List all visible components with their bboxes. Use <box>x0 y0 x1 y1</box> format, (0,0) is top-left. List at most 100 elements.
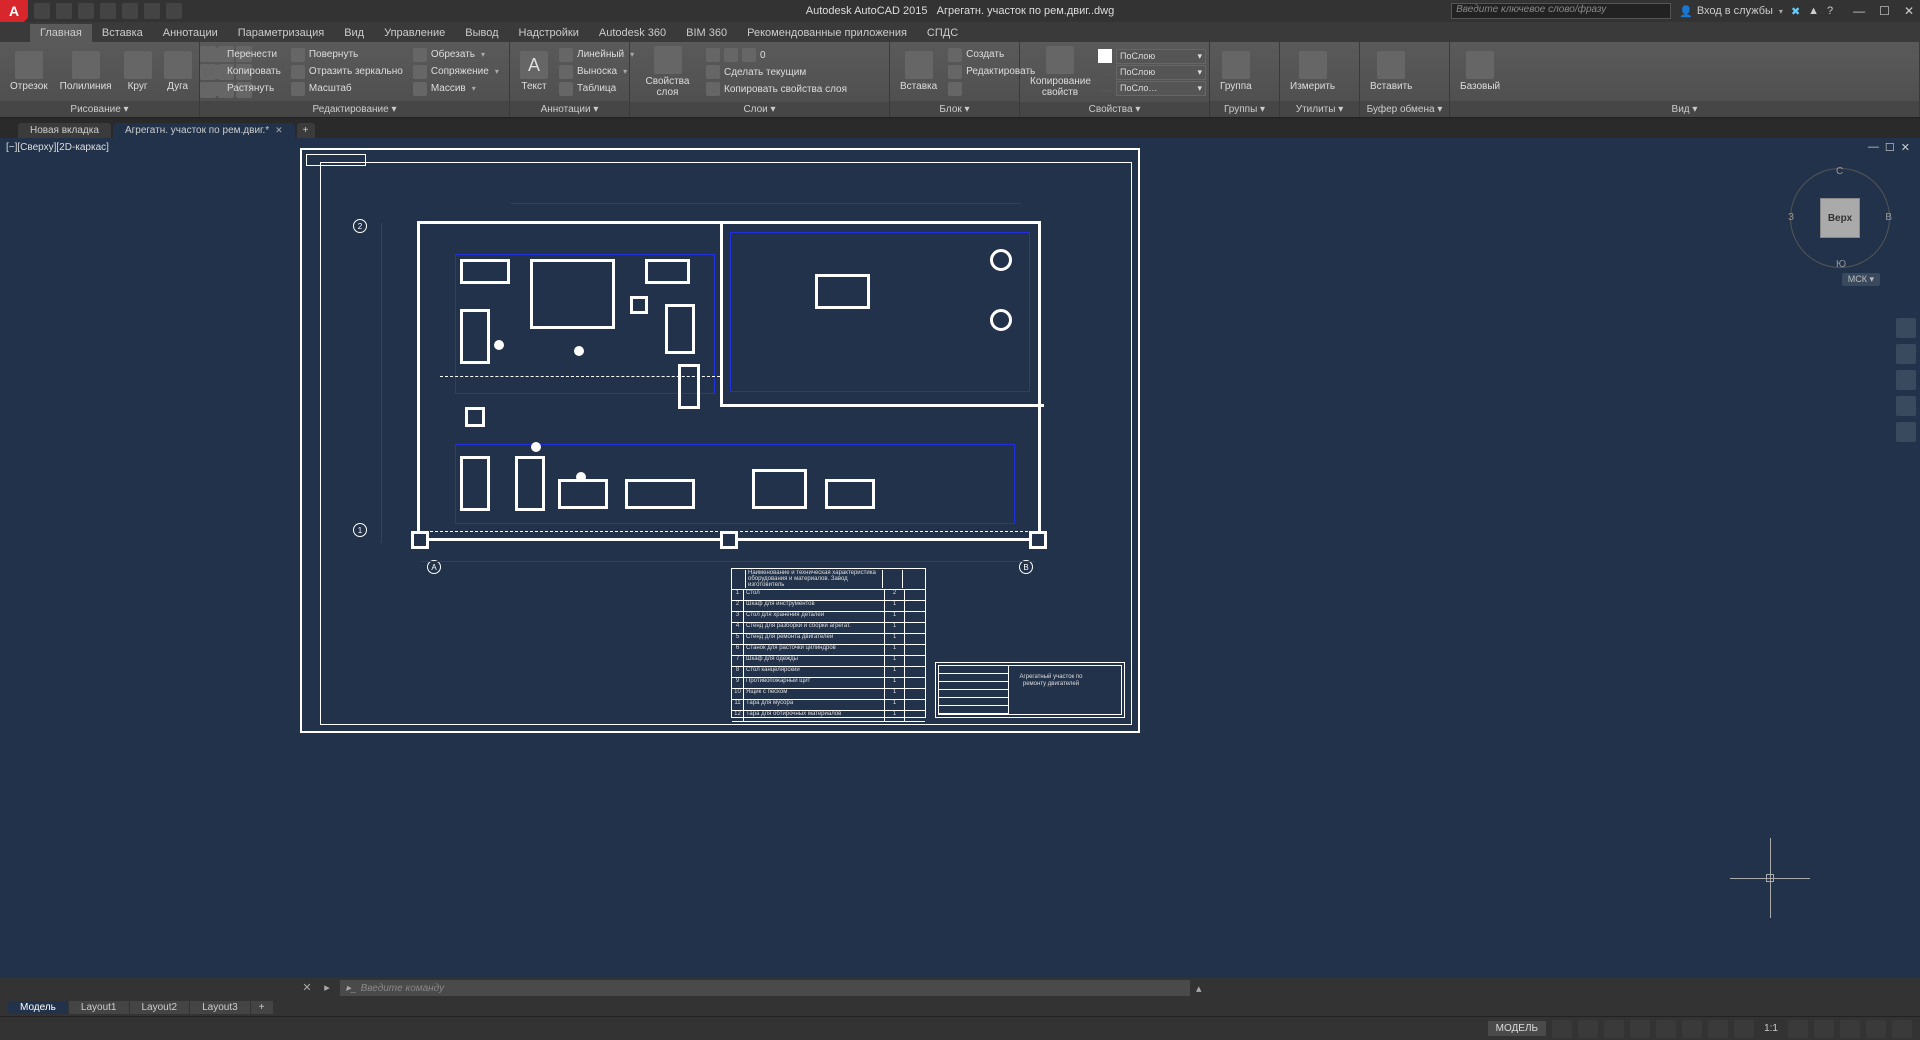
color-select[interactable]: ПоСлою▾ <box>1116 49 1206 64</box>
orbit-icon[interactable] <box>1896 396 1916 416</box>
isolate-icon[interactable] <box>1814 1020 1834 1038</box>
panel-annot-title[interactable]: Аннотации ▾ <box>510 101 629 117</box>
wcs-selector[interactable]: МСК ▾ <box>1842 273 1880 286</box>
ortho-icon[interactable] <box>1604 1020 1624 1038</box>
line-button[interactable]: Отрезок <box>6 49 52 94</box>
pan-icon[interactable] <box>1896 344 1916 364</box>
gear-icon[interactable] <box>1788 1020 1808 1038</box>
qat-open-icon[interactable] <box>56 3 72 19</box>
tab-output[interactable]: Вывод <box>455 24 508 42</box>
scale-button[interactable]: Масштаб <box>288 81 406 97</box>
model-space-button[interactable]: МОДЕЛЬ <box>1488 1021 1546 1036</box>
tab-view[interactable]: Вид <box>334 24 374 42</box>
tab-manage[interactable]: Управление <box>374 24 455 42</box>
tab-annotate[interactable]: Аннотации <box>153 24 228 42</box>
layer-selector[interactable]: 0 <box>703 47 883 63</box>
polyline-button[interactable]: Полилиния <box>56 49 116 94</box>
text-button[interactable]: AТекст <box>516 49 552 94</box>
layout-1[interactable]: Layout1 <box>69 1001 130 1014</box>
cmd-history-icon[interactable]: ▴ <box>1196 982 1202 995</box>
maximize-button[interactable]: ☐ <box>1879 4 1890 18</box>
vp-max-icon[interactable]: ☐ <box>1885 141 1895 154</box>
customize-icon[interactable] <box>1892 1020 1912 1038</box>
panel-modify-title[interactable]: Редактирование ▾ <box>200 101 509 117</box>
filetab-new[interactable]: Новая вкладка <box>18 123 111 138</box>
qat-new-icon[interactable] <box>34 3 50 19</box>
mirror-button[interactable]: Отразить зеркально <box>288 64 406 80</box>
annotation-scale[interactable]: 1:1 <box>1760 1023 1782 1034</box>
table-button[interactable]: Таблица <box>556 81 637 97</box>
tab-home[interactable]: Главная <box>30 24 92 42</box>
trim-button[interactable]: Обрезать <box>410 47 502 63</box>
tab-spds[interactable]: СПДС <box>917 24 968 42</box>
panel-block-title[interactable]: Блок ▾ <box>890 101 1019 117</box>
qat-print-icon[interactable] <box>122 3 138 19</box>
layout-add[interactable]: + <box>251 1001 274 1014</box>
qat-saveas-icon[interactable] <box>100 3 116 19</box>
vp-min-icon[interactable]: — <box>1868 141 1879 154</box>
filetab-add[interactable]: + <box>297 123 315 138</box>
help-icon[interactable]: ? <box>1827 5 1833 17</box>
tab-addins[interactable]: Надстройки <box>509 24 589 42</box>
qat-redo-icon[interactable] <box>166 3 182 19</box>
drawing-canvas[interactable]: [−][Сверху][2D-каркас] — ☐ ✕ Верх С Ю В … <box>0 138 1920 978</box>
vp-close-icon[interactable]: ✕ <box>1901 141 1910 154</box>
transparency-icon[interactable] <box>1734 1020 1754 1038</box>
dim-linear-button[interactable]: Линейный <box>556 47 637 63</box>
match-props-button[interactable]: Копирование свойств <box>1026 44 1094 100</box>
polar-icon[interactable] <box>1630 1020 1650 1038</box>
fillet-button[interactable]: Сопряжение <box>410 64 502 80</box>
linetype-select[interactable]: ПоСло…▾ <box>1116 81 1206 96</box>
tab-insert[interactable]: Вставка <box>92 24 153 42</box>
move-button[interactable]: Перенести <box>206 47 284 63</box>
arc-button[interactable]: Дуга <box>160 49 196 94</box>
layout-model[interactable]: Модель <box>8 1001 69 1014</box>
command-input[interactable]: ▸_Введите команду <box>340 980 1190 996</box>
layout-3[interactable]: Layout3 <box>190 1001 251 1014</box>
leader-button[interactable]: Выноска <box>556 64 637 80</box>
cmd-menu-icon[interactable]: ▸ <box>320 981 334 995</box>
baseview-button[interactable]: Базовый <box>1456 49 1504 94</box>
tab-parametric[interactable]: Параметризация <box>228 24 334 42</box>
copy-button[interactable]: Копировать <box>206 64 284 80</box>
panel-groups-title[interactable]: Группы ▾ <box>1210 101 1279 117</box>
measure-button[interactable]: Измерить <box>1286 49 1339 94</box>
search-input[interactable]: Введите ключевое слово/фразу <box>1451 3 1671 19</box>
cloud-icon[interactable]: ▲ <box>1808 5 1819 17</box>
lwt-icon[interactable] <box>1708 1020 1728 1038</box>
make-current-button[interactable]: Сделать текущим <box>703 64 883 80</box>
lineweight-select[interactable]: ПоСлою▾ <box>1116 65 1206 80</box>
insert-block-button[interactable]: Вставка <box>896 49 941 94</box>
qat-save-icon[interactable] <box>78 3 94 19</box>
filetab-current[interactable]: Агрегатн. участок по рем.двиг.*✕ <box>113 123 295 138</box>
panel-layers-title[interactable]: Слои ▾ <box>630 102 889 117</box>
snap-icon[interactable] <box>1578 1020 1598 1038</box>
app-logo[interactable]: A <box>0 0 28 22</box>
layout-2[interactable]: Layout2 <box>130 1001 191 1014</box>
otrack-icon[interactable] <box>1682 1020 1702 1038</box>
panel-view-title[interactable]: Вид ▾ <box>1450 101 1919 117</box>
showmotion-icon[interactable] <box>1896 422 1916 442</box>
panel-utils-title[interactable]: Утилиты ▾ <box>1280 101 1359 117</box>
qat-undo-icon[interactable] <box>144 3 160 19</box>
stretch-button[interactable]: Растянуть <box>206 81 284 97</box>
group-button[interactable]: Группа <box>1216 49 1256 94</box>
rotate-button[interactable]: Повернуть <box>288 47 406 63</box>
panel-props-title[interactable]: Свойства ▾ <box>1020 102 1209 117</box>
color-swatch[interactable] <box>1098 49 1112 63</box>
close-button[interactable]: ✕ <box>1904 4 1914 18</box>
cmd-close-icon[interactable]: ✕ <box>300 981 314 995</box>
panel-clip-title[interactable]: Буфер обмена ▾ <box>1360 101 1449 117</box>
osnap-icon[interactable] <box>1656 1020 1676 1038</box>
grid-icon[interactable] <box>1552 1020 1572 1038</box>
tab-a360[interactable]: Autodesk 360 <box>589 24 676 42</box>
paste-button[interactable]: Вставить <box>1366 49 1416 94</box>
tab-featured[interactable]: Рекомендованные приложения <box>737 24 917 42</box>
circle-button[interactable]: Круг <box>120 49 156 94</box>
tab-bim360[interactable]: BIM 360 <box>676 24 737 42</box>
hardware-icon[interactable] <box>1840 1020 1860 1038</box>
panel-draw-title[interactable]: Рисование ▾ <box>0 101 199 117</box>
copy-layer-props-button[interactable]: Копировать свойства слоя <box>703 81 883 97</box>
viewcube[interactable]: Верх С Ю В З <box>1790 168 1890 268</box>
layer-props-button[interactable]: Свойства слоя <box>636 44 699 100</box>
